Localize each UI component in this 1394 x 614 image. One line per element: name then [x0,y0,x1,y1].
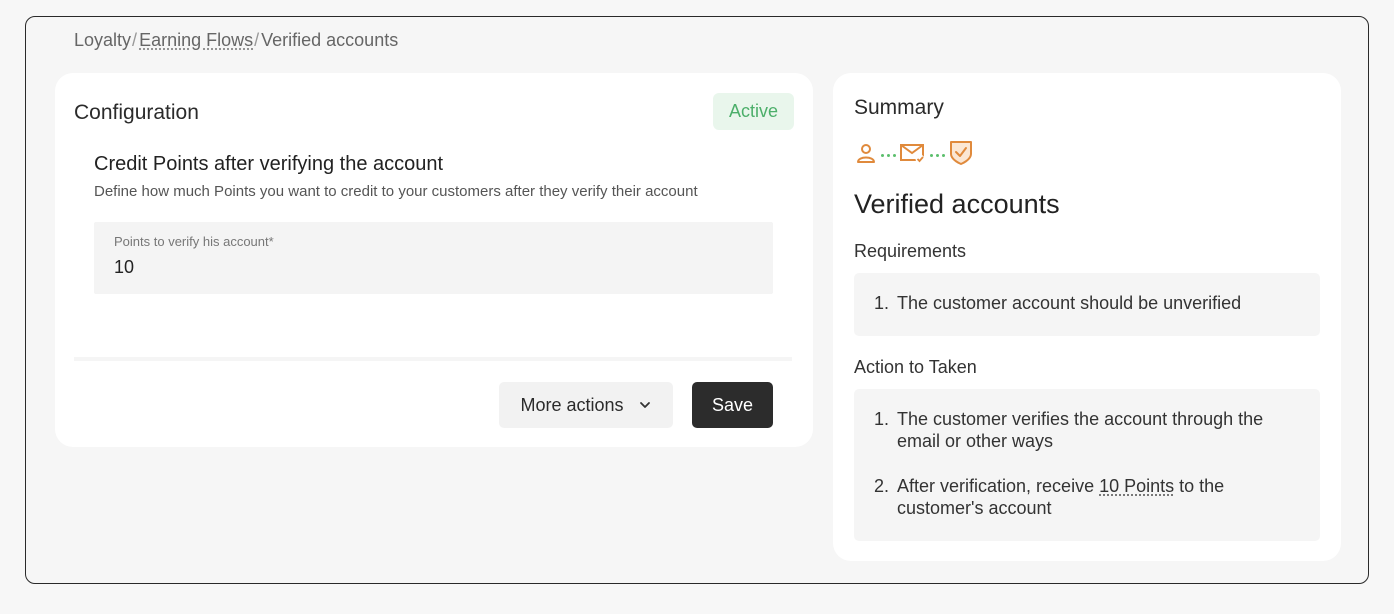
list-item: 2. After verification, receive 10 Points… [874,476,1225,518]
more-actions-label: More actions [520,394,624,415]
save-button[interactable]: Save [692,382,773,428]
divider [74,357,792,361]
breadcrumb: Loyalty / Earning Flows / Verified accou… [74,30,398,51]
points-input[interactable] [114,257,714,278]
action-box: 1. The customer verifies the account thr… [854,389,1320,541]
breadcrumb-current: Verified accounts [261,30,399,50]
points-field-label: Points to verify his account* [114,234,274,249]
configuration-card: Configuration Active Credit Points after… [55,73,813,447]
requirements-label: Requirements [854,241,967,261]
section-title: Credit Points after verifying the accoun… [94,153,444,175]
section-description: Define how much Points you want to credi… [94,183,698,200]
points-amount: 10 Points [1099,476,1175,496]
summary-title: Summary [854,96,944,119]
connector-dots [881,154,896,157]
chevron-down-icon [638,398,652,412]
summary-heading: Verified accounts [854,189,1060,219]
requirements-box: 1. The customer account should be unveri… [854,273,1320,336]
action-label: Action to Taken [854,357,977,377]
list-item: 1. The customer verifies the account thr… [874,409,1264,451]
connector-dots [930,154,945,157]
breadcrumb-earning-flows[interactable]: Earning Flows [139,30,253,51]
shield-check-icon [949,140,973,171]
summary-card: Summary Verified accounts Requirements 1… [833,73,1341,561]
configuration-title: Configuration [74,101,199,124]
user-icon [855,142,877,169]
breadcrumb-separator: / [254,30,260,50]
list-item: 1. The customer account should be unveri… [874,293,1242,313]
points-field[interactable]: Points to verify his account* [94,222,773,294]
more-actions-button[interactable]: More actions [499,382,673,428]
app-frame: Loyalty / Earning Flows / Verified accou… [25,16,1369,584]
breadcrumb-loyalty[interactable]: Loyalty [74,30,131,51]
email-check-icon [900,142,926,169]
breadcrumb-separator: / [132,30,138,50]
flow-icons [855,140,973,171]
status-badge: Active [713,93,794,130]
